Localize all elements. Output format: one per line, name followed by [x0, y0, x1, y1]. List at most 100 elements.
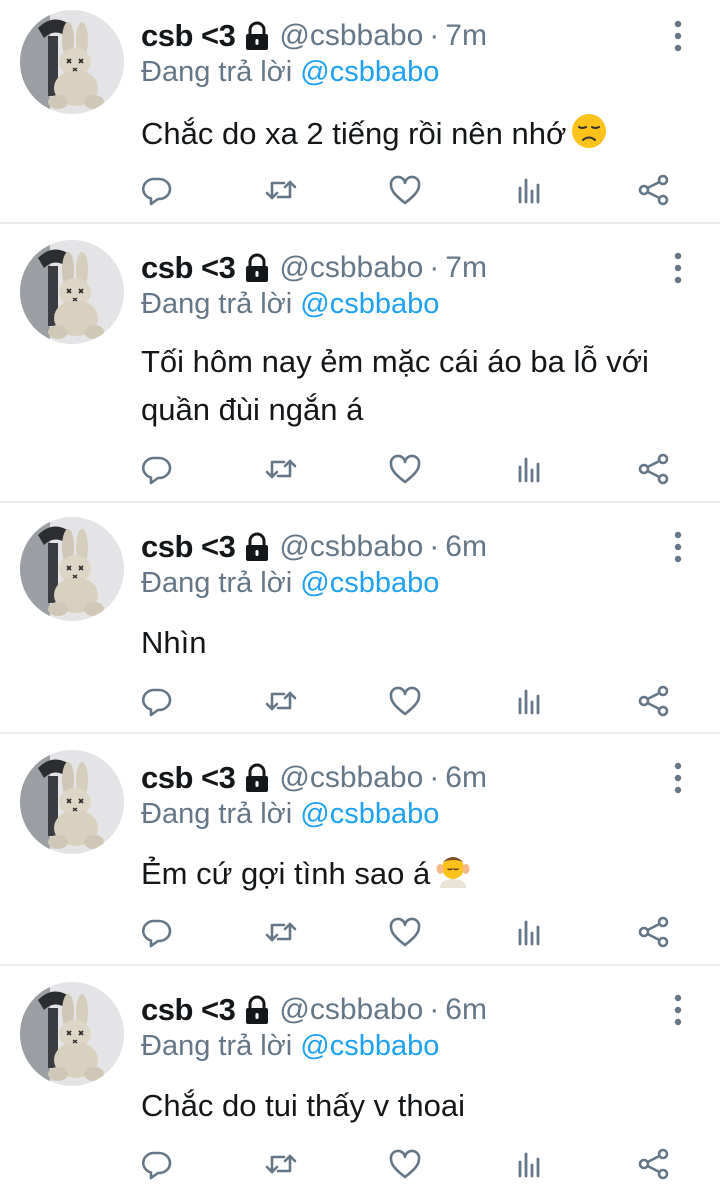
- timestamp[interactable]: 6m: [445, 993, 487, 1027]
- share-icon[interactable]: [632, 168, 676, 212]
- reply-icon[interactable]: [134, 679, 178, 723]
- action-bar: [0, 447, 720, 491]
- tweet-header: csb <3 @csbbabo · 6m: [141, 988, 660, 1032]
- tweet-text-line: Chắc do tui thấy v thoai: [141, 1088, 465, 1123]
- handle[interactable]: @csbbabo: [279, 761, 423, 795]
- analytics-icon[interactable]: [508, 1142, 552, 1186]
- display-name[interactable]: csb <3: [141, 760, 236, 796]
- reply-prefix: Đang trả lời: [141, 56, 293, 88]
- action-bar: [0, 168, 720, 212]
- separator: ·: [429, 530, 440, 563]
- disappointed-face-emoji: [570, 112, 608, 150]
- share-icon[interactable]: [632, 1142, 676, 1186]
- more-vertical-icon[interactable]: [666, 250, 690, 286]
- reply-prefix: Đang trả lời: [141, 288, 293, 320]
- heart-icon[interactable]: [383, 1142, 427, 1186]
- tweet[interactable]: csb <3 @csbbabo · 6m Đang trả lời @csbba…: [0, 734, 720, 966]
- reply-prefix: Đang trả lời: [141, 1030, 293, 1062]
- handle[interactable]: @csbbabo: [279, 19, 423, 53]
- more-vertical-icon[interactable]: [666, 18, 690, 54]
- retweet-icon[interactable]: [259, 447, 303, 491]
- reply-icon[interactable]: [134, 447, 178, 491]
- share-icon[interactable]: [632, 910, 676, 954]
- separator: ·: [429, 251, 440, 284]
- retweet-icon[interactable]: [259, 168, 303, 212]
- handle[interactable]: @csbbabo: [279, 251, 423, 285]
- avatar[interactable]: [20, 240, 124, 344]
- timestamp[interactable]: 7m: [445, 251, 487, 285]
- tweet[interactable]: csb <3 @csbbabo · 6m Đang trả lời @csbba…: [0, 966, 720, 1191]
- timestamp[interactable]: 6m: [445, 530, 487, 564]
- action-bar: [0, 910, 720, 954]
- avatar-image: [20, 750, 124, 854]
- reply-context: Đang trả lời @csbbabo: [141, 1030, 439, 1063]
- display-name[interactable]: csb <3: [141, 529, 236, 565]
- tweet-feed: csb <3 @csbbabo · 7m Đang trả lời @csbba…: [0, 0, 720, 1191]
- avatar-image: [20, 982, 124, 1086]
- avatar[interactable]: [20, 517, 124, 621]
- analytics-icon[interactable]: [508, 679, 552, 723]
- heart-icon[interactable]: [383, 447, 427, 491]
- face-massage-emoji: [434, 852, 472, 890]
- tweet-text-line: quần đùi ngắn á: [141, 392, 364, 427]
- avatar-image: [20, 240, 124, 344]
- reply-context: Đang trả lời @csbbabo: [141, 56, 439, 89]
- lock-icon: [243, 763, 271, 793]
- more-vertical-icon[interactable]: [666, 992, 690, 1028]
- tweet[interactable]: csb <3 @csbbabo · 7m Đang trả lời @csbba…: [0, 224, 720, 503]
- more-vertical-icon[interactable]: [666, 760, 690, 796]
- heart-icon[interactable]: [383, 168, 427, 212]
- retweet-icon[interactable]: [259, 910, 303, 954]
- display-name[interactable]: csb <3: [141, 992, 236, 1028]
- tweet[interactable]: csb <3 @csbbabo · 7m Đang trả lời @csbba…: [0, 0, 720, 224]
- reply-mention[interactable]: @csbbabo: [300, 56, 439, 88]
- avatar-image: [20, 517, 124, 621]
- action-bar: [0, 679, 720, 723]
- avatar[interactable]: [20, 10, 124, 114]
- handle[interactable]: @csbbabo: [279, 530, 423, 564]
- reply-mention[interactable]: @csbbabo: [300, 288, 439, 320]
- avatar[interactable]: [20, 750, 124, 854]
- action-bar: [0, 1142, 720, 1186]
- separator: ·: [429, 761, 440, 794]
- tweet-header: csb <3 @csbbabo · 7m: [141, 246, 660, 290]
- retweet-icon[interactable]: [259, 1142, 303, 1186]
- reply-mention[interactable]: @csbbabo: [300, 567, 439, 599]
- avatar[interactable]: [20, 982, 124, 1086]
- more-vertical-icon[interactable]: [666, 529, 690, 565]
- avatar-image: [20, 10, 124, 114]
- reply-icon[interactable]: [134, 1142, 178, 1186]
- lock-icon: [243, 21, 271, 51]
- share-icon[interactable]: [632, 447, 676, 491]
- tweet-header: csb <3 @csbbabo · 6m: [141, 756, 660, 800]
- timestamp[interactable]: 7m: [445, 19, 487, 53]
- tweet-text-line: Chắc do xa 2 tiếng rồi nên nhớ: [141, 116, 567, 151]
- timestamp[interactable]: 6m: [445, 761, 487, 795]
- analytics-icon[interactable]: [508, 168, 552, 212]
- tweet[interactable]: csb <3 @csbbabo · 6m Đang trả lời @csbba…: [0, 503, 720, 734]
- reply-mention[interactable]: @csbbabo: [300, 1030, 439, 1062]
- tweet-text: Chắc do tui thấy v thoai: [141, 1082, 690, 1130]
- heart-icon[interactable]: [383, 910, 427, 954]
- tweet-header: csb <3 @csbbabo · 6m: [141, 525, 660, 569]
- reply-mention[interactable]: @csbbabo: [300, 798, 439, 830]
- handle[interactable]: @csbbabo: [279, 993, 423, 1027]
- lock-icon: [243, 532, 271, 562]
- share-icon[interactable]: [632, 679, 676, 723]
- display-name[interactable]: csb <3: [141, 18, 236, 54]
- reply-prefix: Đang trả lời: [141, 567, 293, 599]
- tweet-text: Ẻm cứ gợi tình sao á: [141, 850, 690, 898]
- tweet-text: Chắc do xa 2 tiếng rồi nên nhớ: [141, 110, 690, 158]
- heart-icon[interactable]: [383, 679, 427, 723]
- lock-icon: [243, 253, 271, 283]
- retweet-icon[interactable]: [259, 679, 303, 723]
- display-name[interactable]: csb <3: [141, 250, 236, 286]
- tweet-text: Tối hôm nay ẻm mặc cái áo ba lỗ với quần…: [141, 338, 690, 434]
- tweet-text: Nhìn: [141, 619, 690, 667]
- tweet-text-line: Nhìn: [141, 625, 207, 660]
- reply-icon[interactable]: [134, 168, 178, 212]
- analytics-icon[interactable]: [508, 910, 552, 954]
- tweet-header: csb <3 @csbbabo · 7m: [141, 14, 660, 58]
- reply-icon[interactable]: [134, 910, 178, 954]
- analytics-icon[interactable]: [508, 447, 552, 491]
